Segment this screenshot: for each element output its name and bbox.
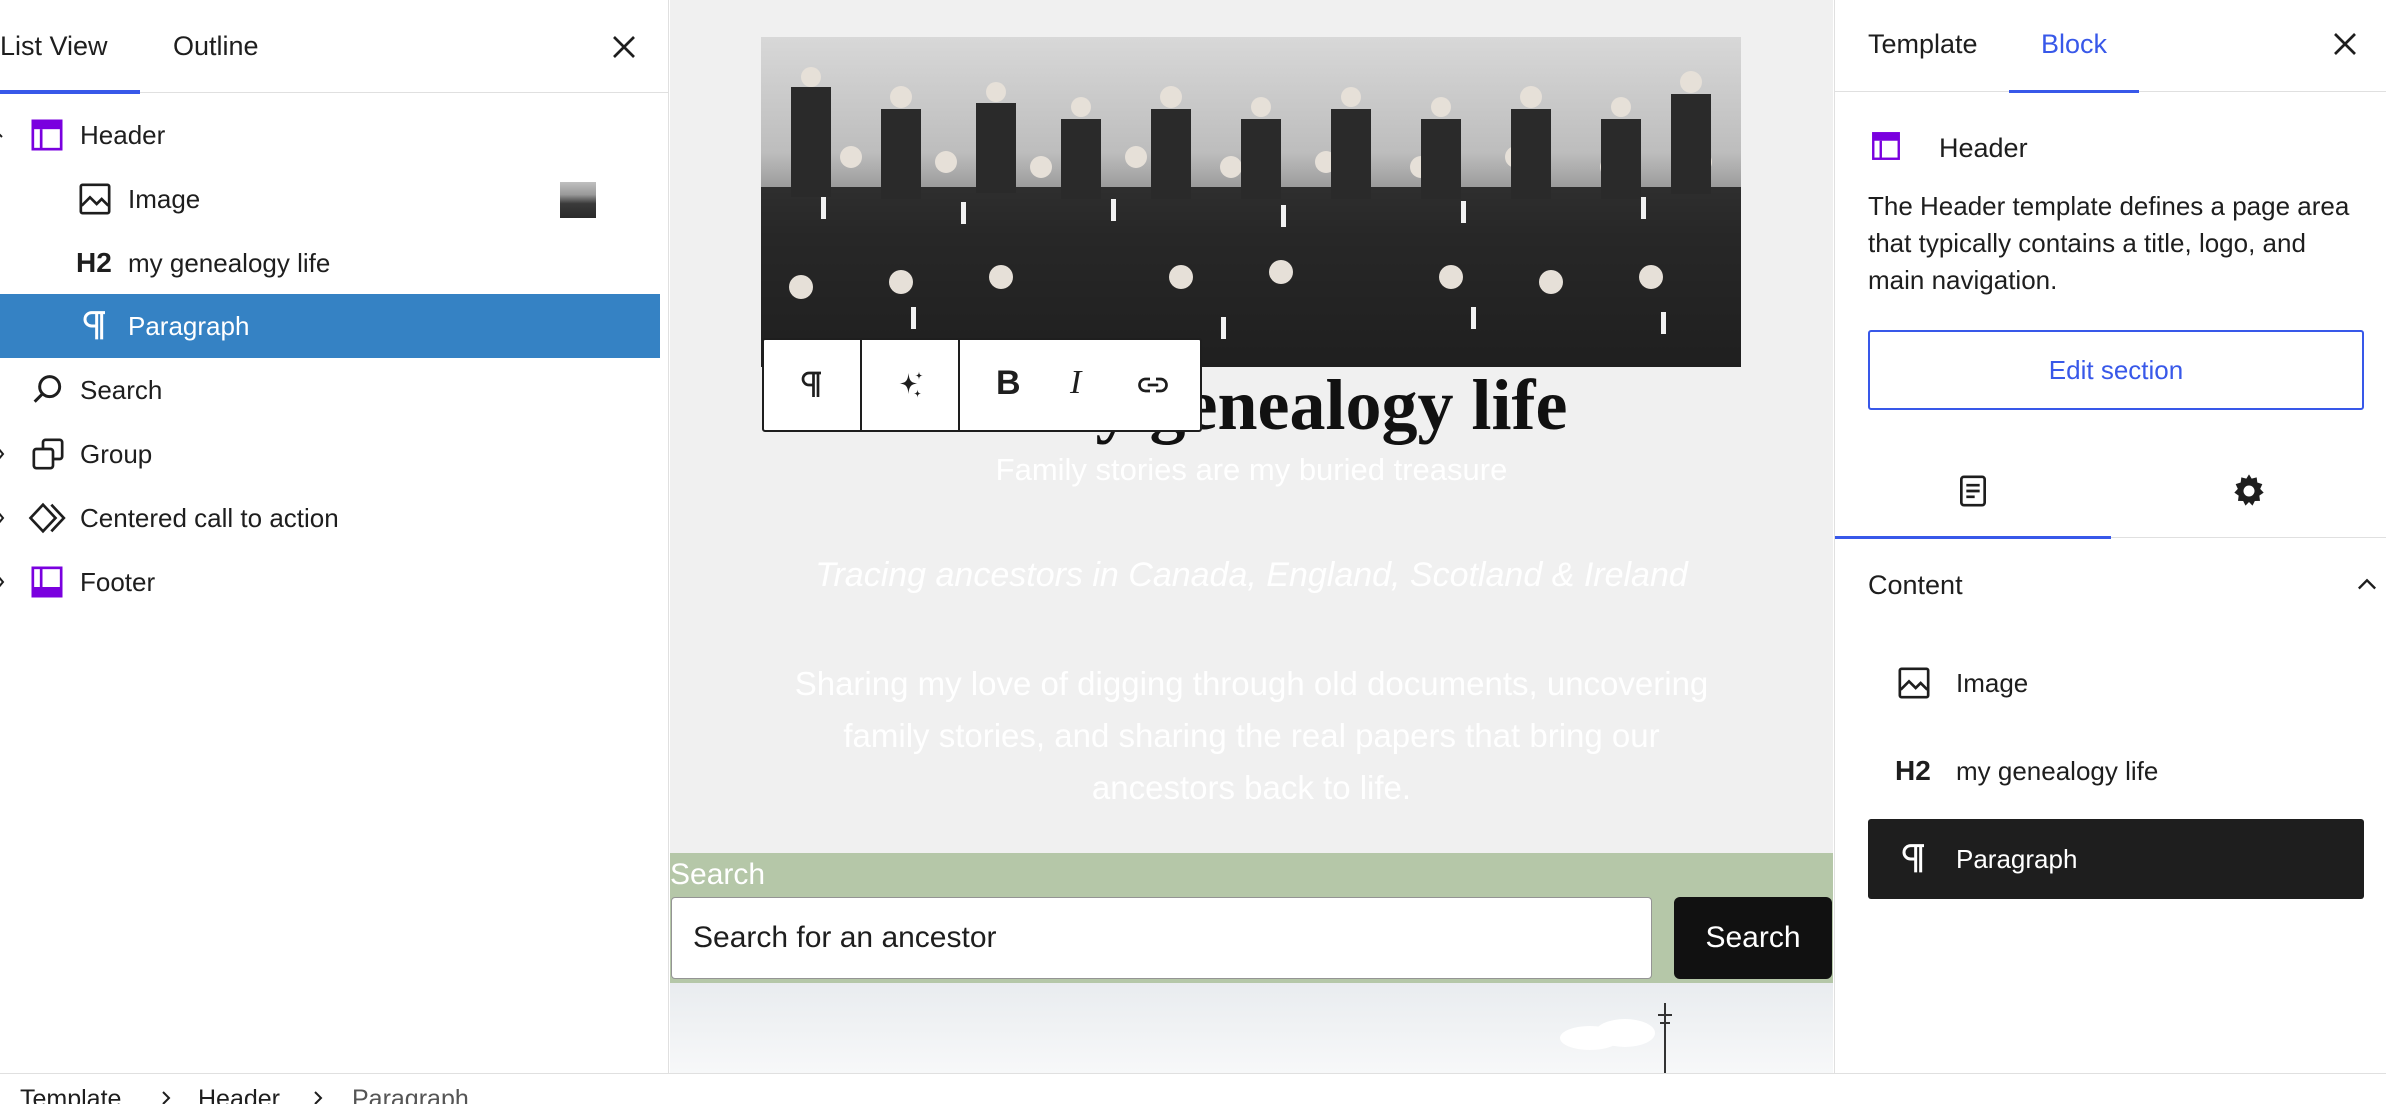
paragraph-icon (801, 371, 821, 397)
breadcrumb-header[interactable]: Header (198, 1084, 280, 1104)
list-item-heading[interactable]: H2 my genealogy life (0, 231, 660, 295)
image-thumbnail (560, 182, 596, 218)
list-item-search[interactable]: Search (0, 358, 660, 422)
list-item-label: my genealogy life (128, 248, 331, 278)
tab-settings[interactable] (2111, 444, 2386, 538)
block-type-button[interactable] (764, 340, 860, 430)
gear-icon (2234, 474, 2264, 506)
chevron-down-icon[interactable] (0, 125, 14, 145)
content-item-paragraph[interactable]: Paragraph (1868, 819, 2364, 899)
chevron-right-icon[interactable] (0, 444, 14, 464)
left-panel-tabs: List View Outline (0, 0, 668, 94)
list-view-panel: List View Outline Header Image H2 my gen… (0, 0, 669, 1073)
list-item-label: Group (80, 439, 153, 469)
block-title: Header (1939, 133, 2028, 163)
ai-assist-button[interactable] (862, 340, 958, 430)
site-tagline[interactable]: Family stories are my buried treasure (670, 452, 1833, 488)
header-image[interactable] (761, 37, 1741, 367)
link-icon (1138, 377, 1168, 393)
breadcrumb-paragraph: Paragraph (352, 1085, 469, 1104)
list-item-label: Search (80, 375, 163, 405)
paragraph-icon (1902, 844, 1924, 873)
search-block: Search Search for an ancestor Search (670, 853, 1833, 983)
settings-tabs: Template Block (1835, 0, 2386, 93)
heading-h2-icon: H2 (1895, 755, 1931, 786)
tab-content[interactable] (1835, 444, 2111, 539)
content-item-label: Paragraph (1956, 844, 2078, 874)
italic-paragraph[interactable]: Tracing ancestors in Canada, England, Sc… (670, 556, 1833, 595)
bold-icon: B (996, 364, 1021, 402)
tab-list-view-label: List View (0, 31, 108, 61)
cover-image (670, 983, 1833, 1073)
chevron-right-icon[interactable] (0, 508, 14, 528)
list-item-label: Header (80, 120, 166, 150)
list-item-label: Centered call to action (80, 503, 339, 533)
edit-section-button[interactable]: Edit section (1868, 330, 2364, 410)
list-item-group[interactable]: Group (0, 422, 660, 486)
image-icon (1898, 667, 1930, 699)
tab-outline[interactable]: Outline (173, 0, 259, 93)
breadcrumb-template[interactable]: Template (20, 1084, 121, 1104)
tab-list-view[interactable]: List View (0, 0, 140, 94)
sparkle-icon (899, 371, 923, 398)
list-item-pattern[interactable]: Centered call to action (0, 486, 660, 550)
tab-template[interactable]: Template (1868, 0, 1978, 92)
list-item-label: Footer (80, 567, 156, 597)
template-part-footer-icon (31, 566, 63, 598)
chevron-right-icon (314, 1091, 323, 1104)
document-icon (1960, 475, 1986, 507)
content-heading: Content (1868, 570, 1963, 600)
editor-canvas: y genealogy life Family stories are my b… (670, 0, 1833, 1073)
tab-template-label: Template (1868, 29, 1978, 59)
pattern-icon (28, 502, 66, 534)
paragraph-icon (83, 311, 105, 340)
content-item-image[interactable]: Image (1868, 643, 2364, 723)
italic-icon: I (1070, 364, 1082, 401)
template-part-header-icon (1872, 132, 1900, 160)
block-description: The Header template defines a page area … (1868, 191, 2350, 295)
search-button[interactable]: Search (1674, 897, 1832, 979)
bold-button[interactable]: B (974, 340, 1042, 430)
chevron-right-icon[interactable] (0, 572, 14, 592)
heading-h2-icon: H2 (76, 247, 112, 278)
tab-block[interactable]: Block (2008, 0, 2140, 93)
chevron-right-icon (162, 1091, 171, 1104)
list-item-label: Image (128, 184, 201, 214)
search-label: Search (670, 858, 766, 891)
tab-outline-label: Outline (173, 31, 259, 61)
list-item-header[interactable]: Header (0, 103, 660, 167)
cloud-icon (1560, 1019, 1655, 1050)
chevron-up-icon[interactable] (2353, 571, 2381, 599)
content-item-label: my genealogy life (1956, 756, 2159, 786)
breadcrumb: Template Header Paragraph (0, 1073, 2386, 1104)
group-icon (32, 438, 64, 470)
inspector-tabs (1835, 444, 2386, 539)
content-panel-header[interactable]: Content (1868, 565, 2376, 605)
tab-block-label: Block (2041, 29, 2108, 59)
list-item-label: Paragraph (128, 311, 250, 341)
close-icon[interactable] (604, 27, 644, 67)
content-item-heading[interactable]: H2 my genealogy life (1868, 731, 2364, 811)
image-icon (79, 183, 111, 215)
block-toolbar: B I (762, 338, 1202, 432)
link-button[interactable] (1110, 340, 1200, 430)
settings-sidebar: Template Block Header The Header templat… (1834, 0, 2386, 1073)
italic-button[interactable]: I (1042, 340, 1110, 430)
search-input[interactable]: Search for an ancestor (671, 897, 1652, 979)
search-icon (33, 375, 62, 403)
list-item-footer[interactable]: Footer (0, 550, 660, 614)
description-paragraph[interactable]: Sharing my love of digging through old d… (670, 658, 1833, 814)
template-part-header-icon (31, 119, 63, 151)
toolbar-divider (958, 340, 960, 430)
content-item-label: Image (1956, 668, 2029, 698)
close-icon[interactable] (2325, 24, 2365, 64)
list-item-paragraph[interactable]: Paragraph (0, 294, 660, 358)
